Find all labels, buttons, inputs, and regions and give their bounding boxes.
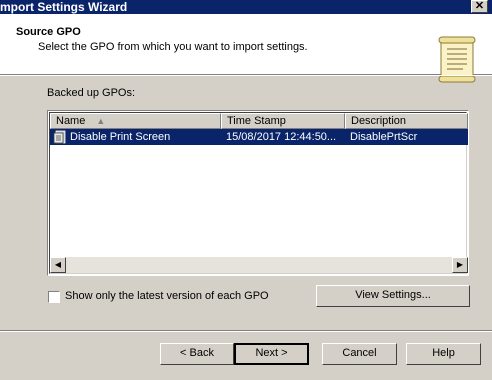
- header-divider: [0, 75, 492, 76]
- sort-ascending-icon: ▲: [96, 116, 106, 126]
- cancel-button[interactable]: Cancel: [322, 343, 397, 365]
- arrow-right-icon: ▶: [456, 260, 464, 269]
- column-description-label: Description: [351, 115, 407, 127]
- wizard-header: Source GPO Select the GPO from which you…: [0, 14, 492, 83]
- gpo-list[interactable]: Name ▲ Time Stamp Description Disable Pr…: [47, 110, 469, 276]
- footer-divider-highlight: [0, 331, 492, 332]
- column-name-label: Name: [56, 115, 86, 127]
- table-row[interactable]: Disable Print Screen 15/08/2017 12:44:50…: [50, 129, 468, 145]
- window-title: mport Settings Wizard: [0, 0, 128, 14]
- scroll-right-button[interactable]: ▶: [452, 257, 468, 273]
- row-timestamp: 15/08/2017 12:44:50...: [226, 131, 337, 143]
- page-title: Source GPO: [16, 26, 81, 38]
- column-header-name[interactable]: Name ▲: [50, 113, 221, 129]
- column-header-timestamp[interactable]: Time Stamp: [221, 113, 345, 129]
- close-button[interactable]: ✕: [471, 0, 488, 13]
- row-description: DisablePrtScr: [350, 131, 418, 143]
- help-button[interactable]: Help: [406, 343, 481, 365]
- row-name: Disable Print Screen: [70, 131, 171, 143]
- scroll-icon: [438, 36, 476, 83]
- horizontal-scrollbar[interactable]: ◀ ▶: [50, 257, 468, 273]
- backed-up-gpos-label: Backed up GPOs:: [47, 87, 136, 99]
- latest-version-label[interactable]: Show only the latest version of each GPO: [65, 290, 269, 302]
- gpo-backup-icon: [53, 130, 66, 144]
- latest-version-checkbox[interactable]: [48, 291, 60, 303]
- title-bar: mport Settings Wizard ✕: [0, 0, 492, 14]
- view-settings-button[interactable]: View Settings...: [316, 285, 470, 307]
- arrow-left-icon: ◀: [54, 260, 62, 269]
- back-button[interactable]: < Back: [160, 343, 234, 365]
- next-button[interactable]: Next >: [234, 343, 309, 365]
- page-subtitle: Select the GPO from which you want to im…: [38, 41, 308, 53]
- column-timestamp-label: Time Stamp: [227, 115, 286, 127]
- scroll-left-button[interactable]: ◀: [50, 257, 66, 273]
- column-header-description[interactable]: Description: [345, 113, 468, 129]
- close-icon: ✕: [474, 0, 485, 12]
